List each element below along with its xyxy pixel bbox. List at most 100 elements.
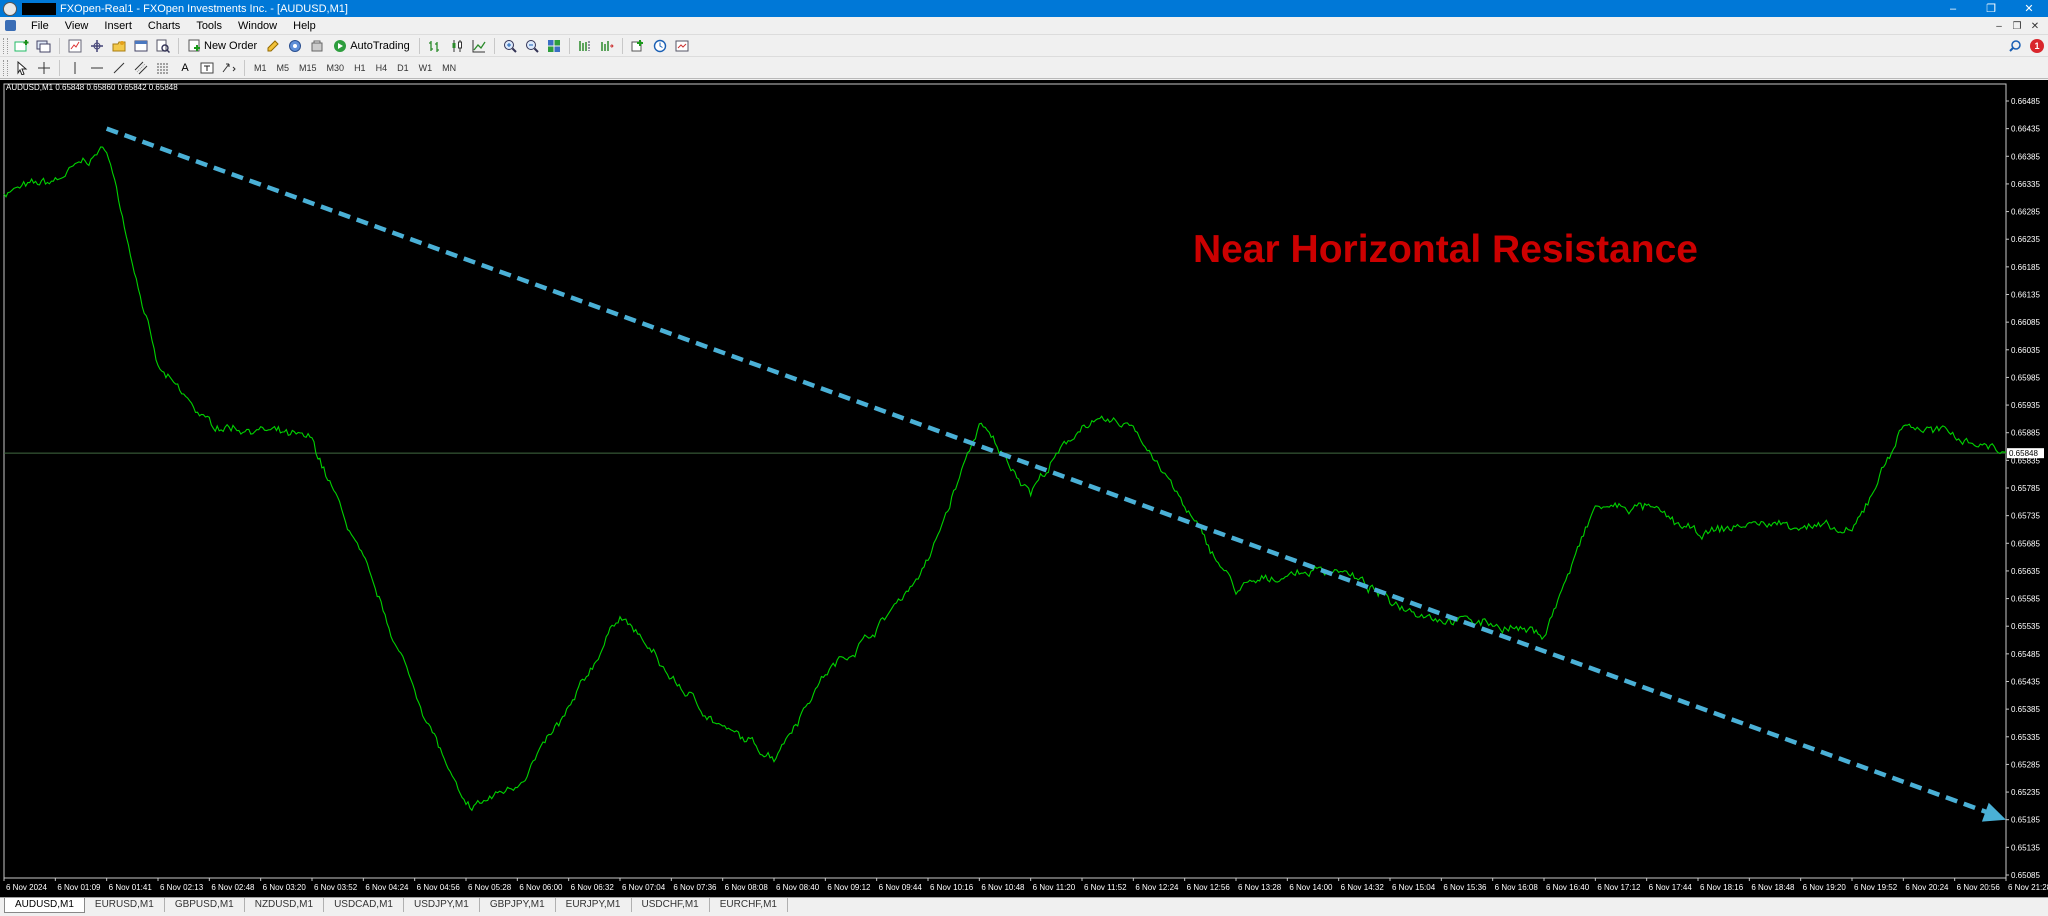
period-h1[interactable]: H1	[349, 63, 371, 73]
menu-insert[interactable]: Insert	[96, 17, 140, 35]
auto-scroll-icon[interactable]	[597, 37, 617, 55]
menu-help[interactable]: Help	[285, 17, 324, 35]
new-order-button[interactable]: New Order	[184, 37, 261, 55]
text-label-icon[interactable]	[197, 59, 217, 77]
x-tick-label: 6 Nov 21:28	[2008, 883, 2048, 892]
notifications-icon[interactable]: 1	[2027, 37, 2047, 55]
x-tick-label: 6 Nov 20:24	[1905, 883, 1949, 892]
y-tick-label: 0.66035	[2011, 346, 2040, 355]
menu-view[interactable]: View	[57, 17, 97, 35]
arrows-icon[interactable]	[219, 59, 239, 77]
x-tick-label: 6 Nov 01:41	[109, 883, 153, 892]
period-h4[interactable]: H4	[371, 63, 393, 73]
indicators-icon[interactable]	[628, 37, 648, 55]
templates-icon[interactable]	[672, 37, 692, 55]
tab-eurchf[interactable]: EURCHF,M1	[710, 898, 788, 912]
tab-eurusd[interactable]: EURUSD,M1	[85, 898, 165, 912]
period-m15[interactable]: M15	[294, 63, 322, 73]
chart-shift-icon[interactable]	[575, 37, 595, 55]
toolbar-grip[interactable]	[3, 59, 8, 76]
autotrading-label: AutoTrading	[350, 39, 410, 52]
candlestick-chart-icon[interactable]	[447, 37, 467, 55]
minimize-button[interactable]: –	[1934, 0, 1972, 17]
period-mn[interactable]: MN	[437, 63, 461, 73]
x-tick-label: 6 Nov 10:16	[930, 883, 974, 892]
chart-window[interactable]: 0.66485 0.66435 0.66385 0.66335 0.66285 0.662…	[0, 80, 2048, 897]
restore-button[interactable]: ❐	[1972, 0, 2010, 17]
period-w1[interactable]: W1	[414, 63, 438, 73]
autotrading-button[interactable]: AutoTrading	[329, 37, 414, 55]
zoom-out-icon[interactable]	[522, 37, 542, 55]
line-chart-icon[interactable]	[469, 37, 489, 55]
horizontal-line-icon[interactable]	[87, 59, 107, 77]
search-icon[interactable]	[2005, 37, 2025, 55]
bar-chart-icon[interactable]	[425, 37, 445, 55]
trendline	[105, 126, 1995, 817]
chart-minimize-button[interactable]: –	[1990, 21, 2008, 32]
period-m30[interactable]: M30	[322, 63, 350, 73]
fibonacci-icon[interactable]	[153, 59, 173, 77]
vertical-line-icon[interactable]	[65, 59, 85, 77]
tab-nzdusd[interactable]: NZDUSD,M1	[245, 898, 325, 912]
tab-eurjpy[interactable]: EURJPY,M1	[556, 898, 632, 912]
x-tick-label: 6 Nov 18:16	[1700, 883, 1744, 892]
x-tick-label: 6 Nov 08:08	[725, 883, 769, 892]
tab-usdcad[interactable]: USDCAD,M1	[324, 898, 404, 912]
toolbar-grip[interactable]	[3, 37, 8, 54]
period-m1[interactable]: M1	[249, 63, 272, 73]
terminal-icon[interactable]	[131, 37, 151, 55]
redacted-account-box	[22, 2, 56, 15]
x-tick-label: 6 Nov 17:12	[1597, 883, 1641, 892]
equidistant-channel-icon[interactable]	[131, 59, 151, 77]
market-watch-icon[interactable]	[65, 37, 85, 55]
x-tick-label: 6 Nov 03:20	[263, 883, 307, 892]
y-tick-label: 0.65635	[2011, 567, 2040, 576]
profiles-icon[interactable]	[34, 37, 54, 55]
menu-tools[interactable]: Tools	[188, 17, 230, 35]
price-chart[interactable]: 0.66485 0.66435 0.66385 0.66335 0.66285 0.662…	[0, 80, 2048, 897]
menu-window[interactable]: Window	[230, 17, 285, 35]
strategy-tester-icon[interactable]	[153, 37, 173, 55]
metaeditor-icon[interactable]	[263, 37, 283, 55]
menu-charts[interactable]: Charts	[140, 17, 188, 35]
x-tick-label: 6 Nov 2024	[6, 883, 47, 892]
tile-windows-icon[interactable]	[544, 37, 564, 55]
tab-gbpusd[interactable]: GBPUSD,M1	[165, 898, 245, 912]
period-d1[interactable]: D1	[392, 63, 414, 73]
chart-close-button[interactable]: ✕	[2026, 21, 2044, 32]
x-tick-label: 6 Nov 19:52	[1854, 883, 1898, 892]
tab-gbpjpy[interactable]: GBPJPY,M1	[480, 898, 556, 912]
trendline-icon[interactable]	[109, 59, 129, 77]
chart-window-icon[interactable]	[5, 20, 16, 31]
standard-toolbar: New Order AutoTrading 1	[0, 35, 2048, 57]
y-tick-label: 0.66285	[2011, 208, 2040, 217]
period-m5[interactable]: M5	[272, 63, 295, 73]
tab-audusd[interactable]: AUDUSD,M1	[4, 898, 85, 913]
tab-usdchf[interactable]: USDCHF,M1	[632, 898, 710, 912]
y-tick-label: 0.66135	[2011, 291, 2040, 300]
title-bar: FXOpen-Real1 - FXOpen Investments Inc. -…	[0, 0, 2048, 17]
cursor-icon[interactable]	[12, 59, 32, 77]
plot-frame	[3, 83, 2007, 879]
navigator-icon[interactable]	[109, 37, 129, 55]
market-icon[interactable]	[307, 37, 327, 55]
chart-text-annotation[interactable]: Near Horizontal Resistance	[1193, 228, 1698, 272]
app-icon[interactable]	[3, 1, 17, 16]
x-tick-label: 6 Nov 04:56	[417, 883, 461, 892]
y-tick-label: 0.65235	[2011, 788, 2040, 797]
periodicity-icon[interactable]	[650, 37, 670, 55]
data-window-icon[interactable]	[87, 37, 107, 55]
signals-icon[interactable]	[285, 37, 305, 55]
text-tool-icon[interactable]: A	[175, 59, 195, 77]
tab-usdjpy[interactable]: USDJPY,M1	[404, 898, 480, 912]
menu-file[interactable]: File	[23, 17, 57, 35]
x-tick-label: 6 Nov 14:32	[1341, 883, 1385, 892]
close-button[interactable]: ✕	[2010, 0, 2048, 17]
new-chart-icon[interactable]	[12, 37, 32, 55]
crosshair-icon[interactable]	[34, 59, 54, 77]
x-tick-label: 6 Nov 20:56	[1957, 883, 2001, 892]
x-tick-label: 6 Nov 15:36	[1443, 883, 1487, 892]
zoom-in-icon[interactable]	[500, 37, 520, 55]
y-tick-label: 0.65535	[2011, 622, 2040, 631]
chart-restore-button[interactable]: ❐	[2008, 21, 2026, 32]
